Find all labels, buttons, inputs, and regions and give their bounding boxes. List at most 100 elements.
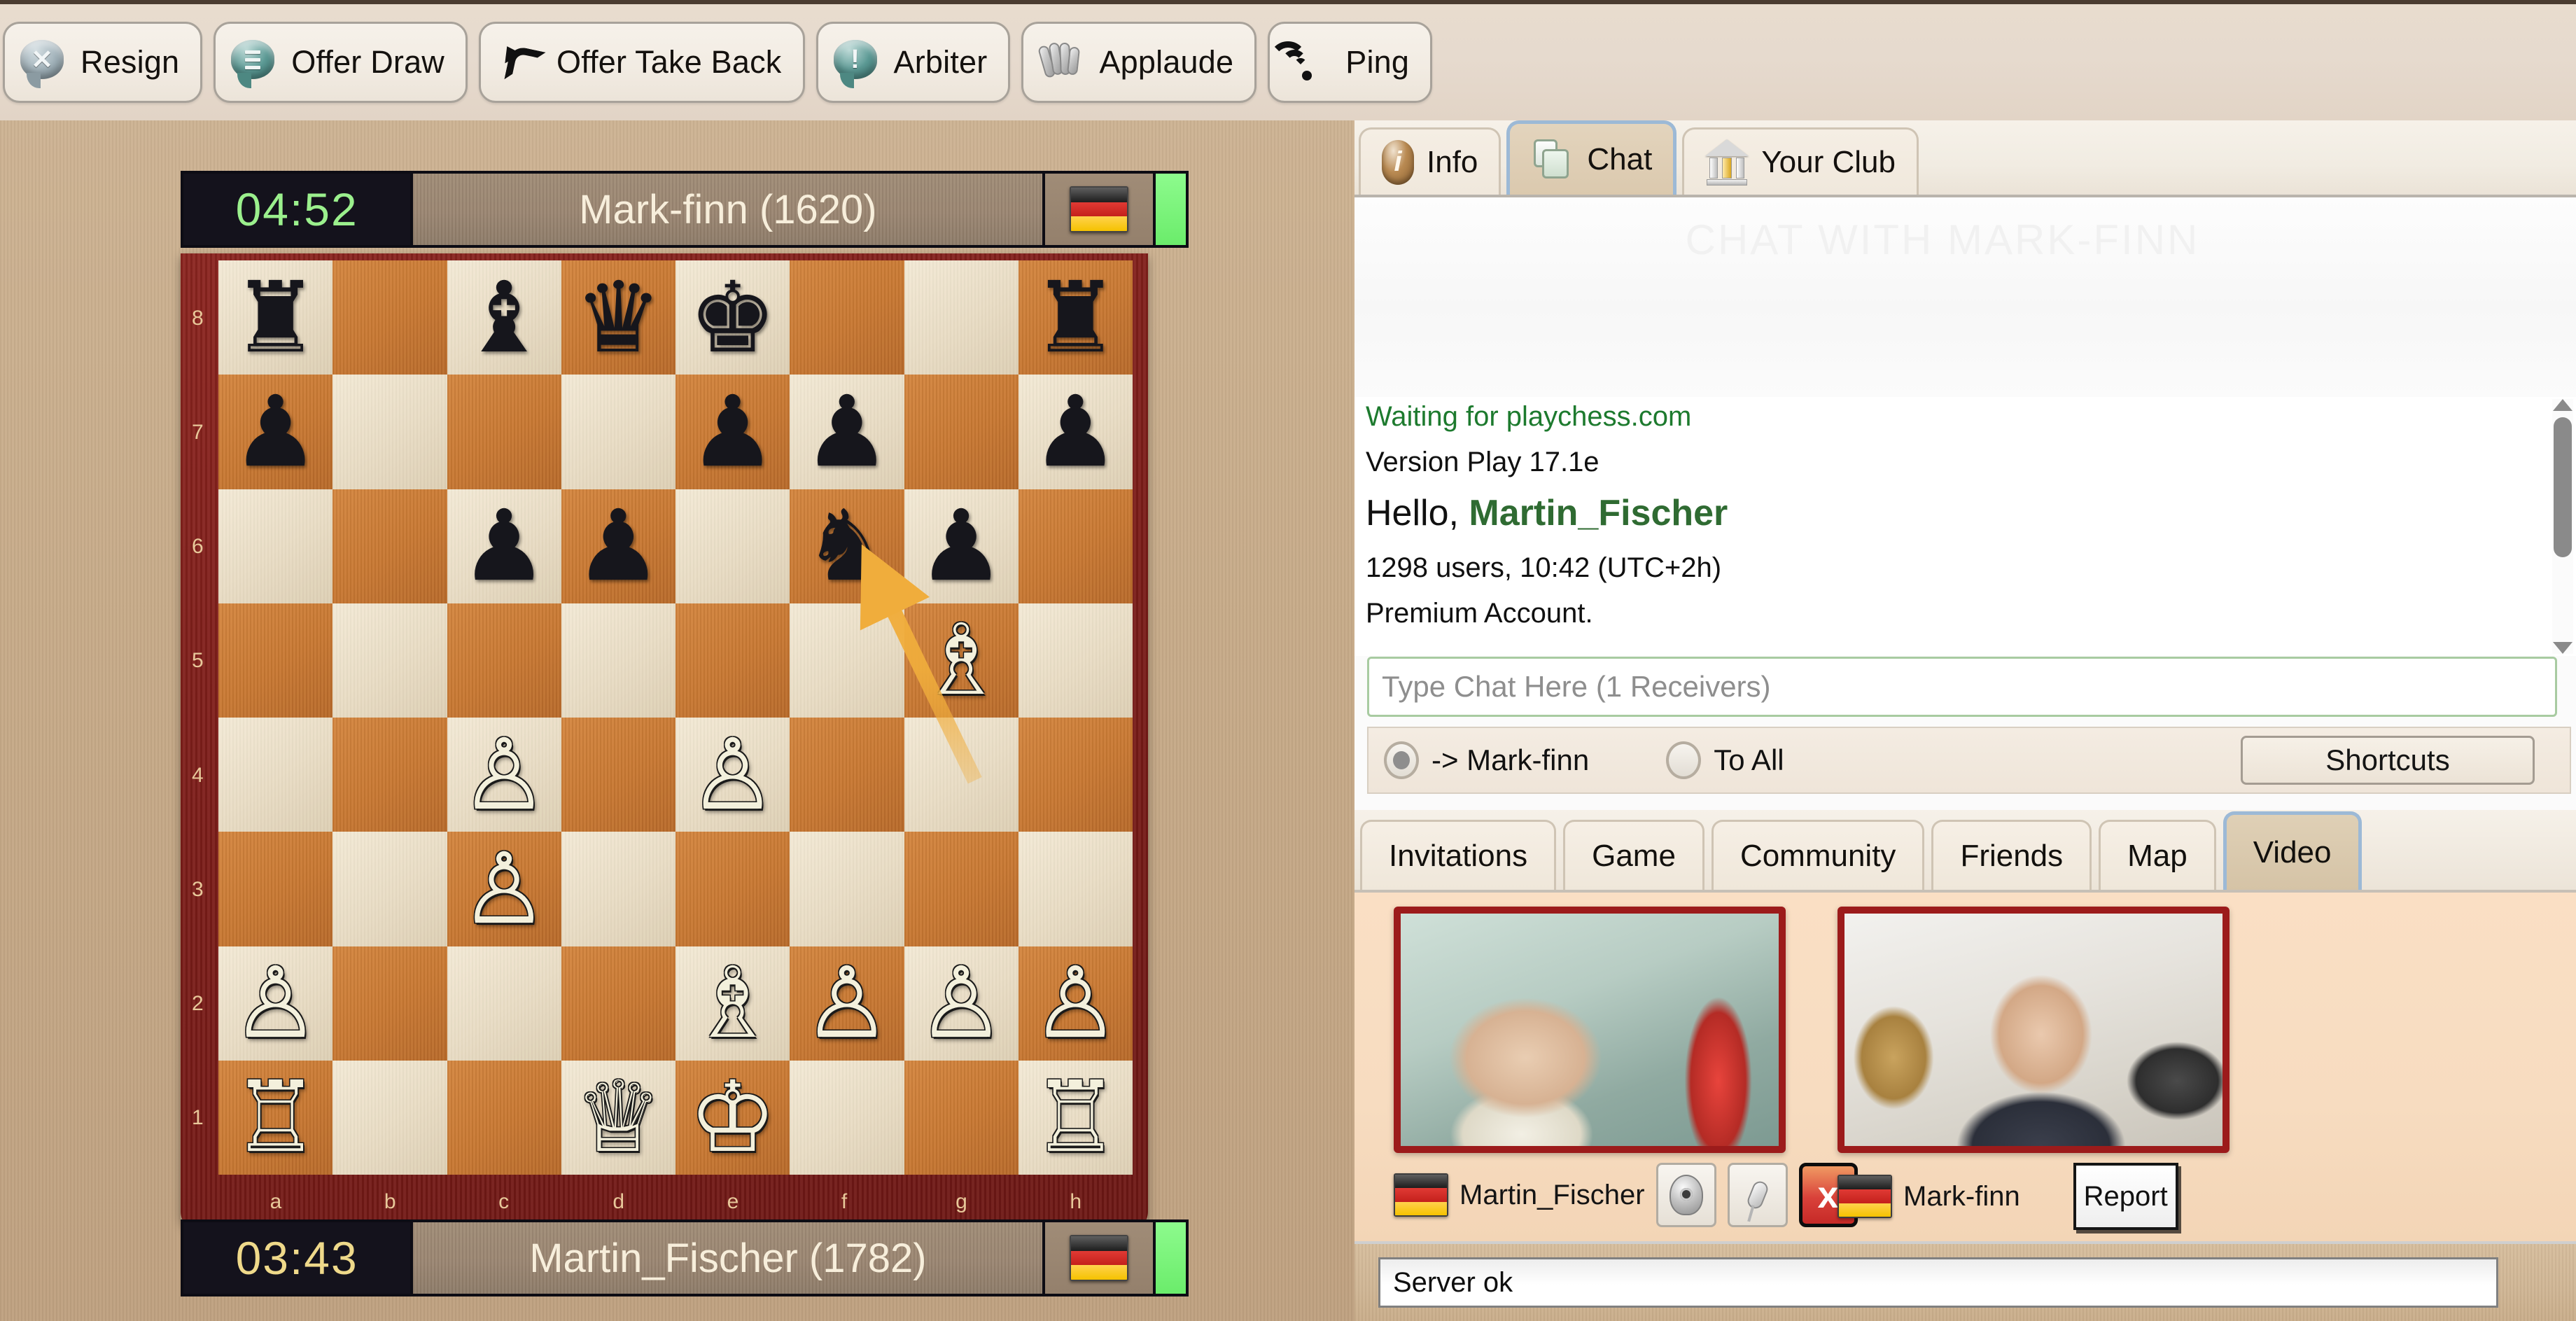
board-square-b3[interactable] [332, 832, 447, 946]
board-square-a4[interactable] [218, 718, 333, 832]
board-square-c6[interactable] [447, 489, 561, 603]
board-square-d3[interactable] [561, 832, 676, 946]
board-square-f4[interactable] [790, 718, 904, 832]
board-square-h3[interactable] [1018, 832, 1133, 946]
board-square-a6[interactable] [218, 489, 333, 603]
board-square-a5[interactable] [218, 603, 333, 718]
bottom-player-flag [1045, 1222, 1156, 1294]
board-square-g7[interactable] [904, 375, 1018, 489]
board-square-b6[interactable] [332, 489, 447, 603]
board-square-c5[interactable] [447, 603, 561, 718]
webcam-toggle-button[interactable] [1656, 1163, 1716, 1227]
board-square-c2[interactable] [447, 946, 561, 1061]
board-square-g2[interactable] [904, 946, 1018, 1061]
board-square-e1[interactable] [676, 1060, 790, 1175]
board-square-d5[interactable] [561, 603, 676, 718]
chat-scrollbar[interactable] [2552, 399, 2573, 654]
board-square-h4[interactable] [1018, 718, 1133, 832]
board-square-c3[interactable] [447, 832, 561, 946]
radio-to-all[interactable] [1666, 741, 1702, 779]
board-square-d6[interactable] [561, 489, 676, 603]
board-square-f5[interactable] [790, 603, 904, 718]
resign-button[interactable]: ✕ Resign [3, 22, 203, 103]
offer-take-back-button[interactable]: Offer Take Back [479, 22, 805, 103]
board-square-e6[interactable] [676, 489, 790, 603]
board-square-d4[interactable] [561, 718, 676, 832]
board-square-e7[interactable] [676, 375, 790, 489]
board-square-g3[interactable] [904, 832, 1018, 946]
board-square-e4[interactable] [676, 718, 790, 832]
board-square-b4[interactable] [332, 718, 447, 832]
board-square-e3[interactable] [676, 832, 790, 946]
board-square-h7[interactable] [1018, 375, 1133, 489]
board-square-e5[interactable] [676, 603, 790, 718]
applaude-button[interactable]: Applaude [1021, 22, 1257, 103]
subtab-invitations[interactable]: Invitations [1360, 820, 1557, 890]
board-square-h8[interactable] [1018, 260, 1133, 375]
board-square-h2[interactable] [1018, 946, 1133, 1061]
board-square-d2[interactable] [561, 946, 676, 1061]
board-square-f2[interactable] [790, 946, 904, 1061]
board-square-d8[interactable] [561, 260, 676, 375]
board-square-a8[interactable] [218, 260, 333, 375]
chat-input[interactable]: Type Chat Here (1 Receivers) [1367, 657, 2557, 717]
microphone-toggle-button[interactable] [1727, 1163, 1788, 1227]
ping-button[interactable]: Ping [1268, 22, 1433, 103]
board-square-f3[interactable] [790, 832, 904, 946]
board-square-h6[interactable] [1018, 489, 1133, 603]
rank-label-3: 3 [192, 877, 204, 901]
board-square-a3[interactable] [218, 832, 333, 946]
video-frame[interactable] [1394, 907, 1786, 1153]
video-frame[interactable] [1837, 907, 2230, 1153]
chat-line: Version Play 17.1e [1366, 447, 1600, 477]
board-square-g1[interactable] [904, 1060, 1018, 1175]
board-square-c7[interactable] [447, 375, 561, 489]
subtab-game[interactable]: Game [1563, 820, 1704, 890]
tab-chat[interactable]: Chat [1506, 120, 1677, 195]
offer-draw-button[interactable]: Offer Draw [214, 22, 468, 103]
board-square-e8[interactable] [676, 260, 790, 375]
board-square-c4[interactable] [447, 718, 561, 832]
board-square-f6[interactable] [790, 489, 904, 603]
tab-your-club[interactable]: Your Club [1682, 127, 1919, 195]
board-square-f7[interactable] [790, 375, 904, 489]
board-square-f1[interactable] [790, 1060, 904, 1175]
report-button[interactable]: Report [2073, 1163, 2178, 1230]
board-square-a7[interactable] [218, 375, 333, 489]
subtab-map[interactable]: Map [2099, 820, 2216, 890]
subtab-friends[interactable]: Friends [1931, 820, 2092, 890]
tab-info[interactable]: i Info [1359, 127, 1502, 195]
board-square-h1[interactable] [1018, 1060, 1133, 1175]
board-square-g4[interactable] [904, 718, 1018, 832]
greeting-prefix: Hello, [1366, 493, 1469, 533]
file-label-f: f [841, 1190, 848, 1213]
scroll-down-arrow-icon[interactable] [2553, 642, 2572, 654]
shortcuts-button[interactable]: Shortcuts [2241, 736, 2535, 785]
board-square-b1[interactable] [332, 1060, 447, 1175]
resign-label: Resign [80, 44, 180, 80]
board-square-g5[interactable] [904, 603, 1018, 718]
board-square-b7[interactable] [332, 375, 447, 489]
arbiter-button[interactable]: ! Arbiter [816, 22, 1011, 103]
board-square-c8[interactable] [447, 260, 561, 375]
subtab-video[interactable]: Video [2222, 811, 2362, 890]
board-square-g6[interactable] [904, 489, 1018, 603]
board-square-a2[interactable] [218, 946, 333, 1061]
board-square-g8[interactable] [904, 260, 1018, 375]
board-square-f8[interactable] [790, 260, 904, 375]
chessboard[interactable]: ♜ ♝ ♛ ♚ ♜ ♟ ♟ ♟ ♟ ♟ ♟ ♞ ♟ ♗ ♙ ♙ ♙ ♙ ♗ ♙ ♙ ♙ ♖ ♕ ♔ ♖ 8 7 6 5 4 3 2 1 a b c d e f… [192, 260, 1133, 1213]
board-square-b8[interactable] [332, 260, 447, 375]
radio-to-opponent[interactable] [1384, 741, 1419, 779]
scroll-up-arrow-icon[interactable] [2553, 399, 2572, 411]
wifi-ping-icon [1269, 40, 1330, 85]
board-square-d1[interactable] [561, 1060, 676, 1175]
board-square-b2[interactable] [332, 946, 447, 1061]
board-square-c1[interactable] [447, 1060, 561, 1175]
board-square-h5[interactable] [1018, 603, 1133, 718]
scrollbar-thumb[interactable] [2554, 417, 2572, 557]
board-square-b5[interactable] [332, 603, 447, 718]
board-square-a1[interactable] [218, 1060, 333, 1175]
subtab-community[interactable]: Community [1711, 820, 1925, 890]
board-square-e2[interactable] [676, 946, 790, 1061]
board-square-d7[interactable] [561, 375, 676, 489]
